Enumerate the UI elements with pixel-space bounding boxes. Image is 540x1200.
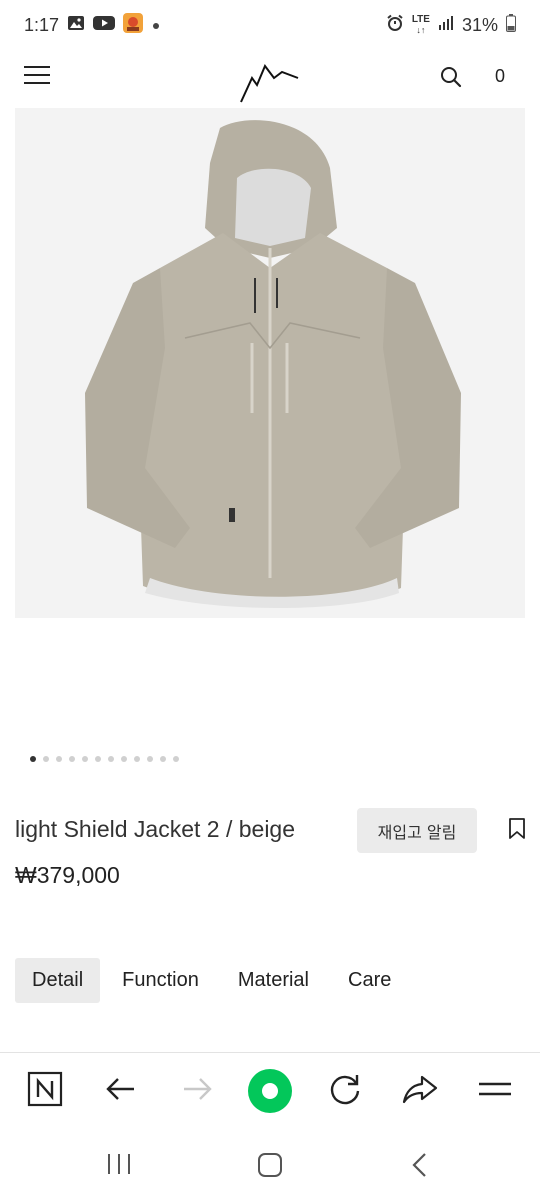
site-header: 0 [0,52,540,104]
image-carousel-dots [30,756,179,762]
mountain-logo-icon[interactable] [238,58,302,109]
green-dot-button[interactable] [247,1068,293,1119]
recent-apps-button[interactable] [105,1152,133,1181]
hamburger-icon [479,1082,511,1096]
refresh-button[interactable] [327,1071,363,1112]
product-title: light Shield Jacket 2 / beige [15,816,296,842]
menu-icon [24,66,50,68]
carousel-dot[interactable] [30,756,36,762]
carousel-dot[interactable] [43,756,49,762]
tab-detail[interactable]: Detail [15,958,101,1003]
lte-icon: LTE ↓↑ [411,14,430,36]
carousel-dot[interactable] [147,756,153,762]
carousel-dot[interactable] [108,756,114,762]
menu-button[interactable] [24,66,50,88]
product-image[interactable] [15,108,525,618]
carousel-dot[interactable] [173,756,179,762]
naver-home-button[interactable] [27,1071,63,1112]
carousel-dot[interactable] [121,756,127,762]
naver-n-icon [27,1071,63,1107]
carousel-dot[interactable] [160,756,166,762]
search-icon [441,67,462,88]
jacket-photo [15,108,525,618]
restock-alert-button[interactable]: 재입고 알림 [357,808,477,853]
refresh-icon [330,1075,360,1105]
battery-percent: 31% [461,14,498,35]
tab-function[interactable]: Function [105,958,216,1003]
share-icon [402,1075,438,1104]
green-dot-icon [248,1069,292,1113]
product-tabs: Detail Function Material Care [15,958,413,1003]
youtube-icon [93,15,116,36]
search-button[interactable] [440,66,462,93]
bookmark-button[interactable] [508,818,526,845]
carousel-dot[interactable] [95,756,101,762]
carousel-dot[interactable] [69,756,75,762]
alarm-icon [386,14,404,37]
forward-button[interactable] [180,1071,214,1112]
status-bar: 1:17 LTE ↓↑ 31% [0,0,540,50]
arrow-left-icon [106,1078,134,1100]
home-button[interactable] [257,1152,283,1183]
bookmark-icon [509,818,525,839]
share-button[interactable] [402,1071,438,1112]
system-back-button[interactable] [410,1152,430,1183]
chevron-left-icon [412,1153,426,1177]
tab-material[interactable]: Material [221,958,326,1003]
status-time: 1:17 [24,14,60,35]
cart-count[interactable]: 0 [495,66,505,87]
signal-icon [438,15,454,36]
image-icon [67,15,85,36]
home-icon [258,1153,282,1177]
browser-toolbar [0,1052,540,1130]
carousel-dot[interactable] [134,756,140,762]
back-button[interactable] [104,1071,138,1112]
system-nav-bar [0,1132,540,1200]
browser-menu-button[interactable] [478,1071,512,1112]
tab-care[interactable]: Care [331,958,408,1003]
arrow-right-icon [184,1078,212,1100]
product-price: ₩379,000 [15,862,120,888]
app-icon [123,12,144,38]
dot-icon [151,15,161,36]
battery-icon [506,13,516,37]
carousel-dot[interactable] [82,756,88,762]
carousel-dot[interactable] [56,756,62,762]
recent-apps-icon [108,1154,130,1174]
